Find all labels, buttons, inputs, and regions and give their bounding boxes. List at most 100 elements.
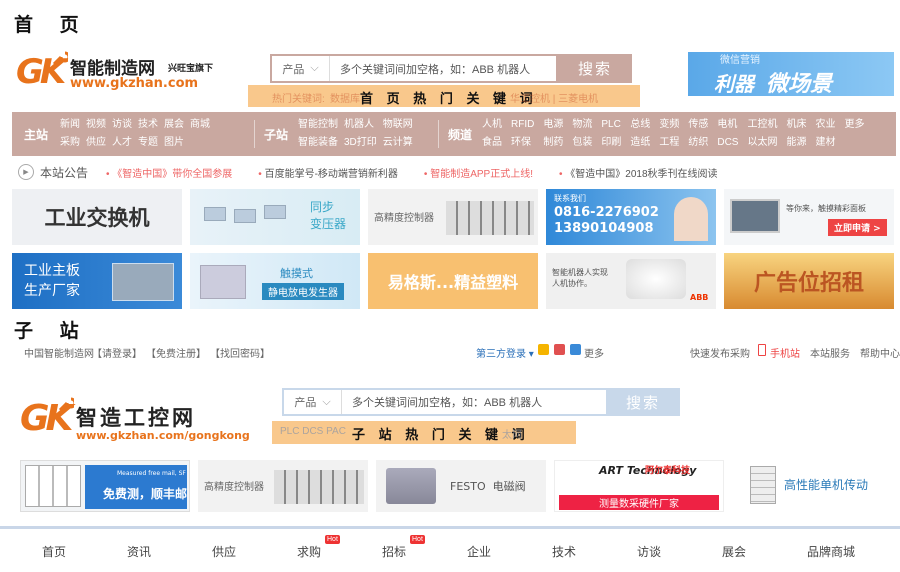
nav-link[interactable]: 智能装备 — [298, 135, 338, 151]
nav-link[interactable]: 电机 — [717, 117, 738, 133]
nav-brand-mall[interactable]: 品牌商城 — [807, 543, 855, 560]
nav-link[interactable]: 更多 — [844, 117, 864, 133]
home-search-input[interactable]: 多个关键词间加空格，如：ABB 机器人 — [330, 61, 530, 77]
ad-industrial-board[interactable]: 工业主板 生产厂家 — [12, 253, 182, 309]
ad-art-technology[interactable]: ART Technology 阿尔泰科技 测量数采硬件厂家 — [554, 460, 724, 512]
weibo-icon[interactable] — [554, 344, 565, 355]
qq-icon[interactable] — [538, 344, 549, 355]
nav-link[interactable]: 环保 — [511, 135, 534, 151]
site-services-link[interactable]: 本站服务 — [810, 345, 850, 360]
hot-keyword-faint-right[interactable]: 太网 — [502, 426, 522, 441]
nav-tech[interactable]: 技术 — [552, 543, 576, 560]
sub-search-input[interactable]: 多个关键词间加空格，如：ABB 机器人 — [342, 394, 542, 410]
hot-keyword-faint[interactable]: 数据库 — [330, 90, 360, 105]
ad-igus[interactable]: 易格斯...精益塑料 — [368, 253, 538, 309]
ad-space-for-rent[interactable]: 广告位招租 — [724, 253, 894, 309]
nav-link[interactable]: 机器人 — [344, 117, 377, 133]
find-password-link[interactable]: 【找回密码】 — [210, 345, 270, 360]
nav-company[interactable]: 企业 — [467, 543, 491, 560]
nav-link[interactable]: 供应 — [86, 135, 106, 151]
ad-precision-controller-2[interactable]: 高精度控制器 — [198, 460, 368, 512]
nav-link[interactable]: 造纸 — [630, 135, 650, 151]
more-login-link[interactable]: 更多 — [584, 345, 604, 360]
sub-logo-url: www.gkzhan.com/gongkong — [76, 429, 250, 442]
nav-link[interactable]: 能源 — [786, 135, 806, 151]
ad-touch-panel[interactable]: 等你来，触摸精彩面板 立即申请 > — [724, 189, 894, 245]
apply-button[interactable]: 立即申请 > — [828, 219, 887, 236]
help-center-link[interactable]: 帮助中心 — [860, 345, 900, 360]
ad-drive[interactable]: 高性能单机传动 — [732, 460, 894, 512]
nav-purchase[interactable]: 求购 Hot — [297, 535, 340, 560]
nav-link[interactable]: 农业 — [815, 117, 835, 133]
nav-link[interactable]: 纺织 — [688, 135, 708, 151]
nav-link[interactable]: 工控机 — [747, 117, 777, 133]
sub-search-category[interactable]: 产品 ⌵ — [284, 390, 342, 414]
hot-keyword-faint-right[interactable]: 华工控机 | 三菱电机 — [510, 90, 598, 105]
home-search-category[interactable]: 产品 ⌵ — [272, 56, 330, 81]
mobile-site-link[interactable]: 手机站 — [770, 345, 800, 360]
nav-supply[interactable]: 供应 — [212, 543, 236, 560]
wechat-marketing-ad[interactable]: 微信营销 利器 微场景 — [688, 52, 894, 96]
nav-link[interactable]: 新闻 — [60, 117, 80, 133]
nav-link[interactable]: 展会 — [164, 117, 184, 133]
nav-link[interactable]: PLC — [601, 117, 621, 133]
notice-item[interactable]: 智能制造APP正式上线! — [424, 165, 533, 180]
nav-head-sub[interactable]: 子站 — [264, 112, 288, 156]
notice-item[interactable]: 《智造中国》2018秋季刊在线阅读 — [559, 165, 717, 180]
nav-interview[interactable]: 访谈 — [637, 543, 661, 560]
login-link[interactable]: 【请登录】 — [92, 345, 142, 360]
nav-link[interactable]: 商城 — [190, 117, 210, 133]
nav-link[interactable]: 变频 — [659, 117, 679, 133]
wechat-icon[interactable] — [570, 344, 581, 355]
ad-abb-robot[interactable]: 智能机器人实现 人机协作。 ABB — [546, 253, 716, 309]
nav-news[interactable]: 资讯 — [127, 543, 151, 560]
nav-link[interactable]: 访谈 — [112, 117, 132, 133]
third-party-login[interactable]: 第三方登录 ▾ — [476, 345, 534, 360]
ad-free-test[interactable]: Measured free mail, SF 免费测，顺丰邮 — [20, 460, 190, 512]
nav-link[interactable]: DCS — [717, 135, 738, 151]
ad-contact[interactable]: 联系我们 0816-2276902 13890104908 — [546, 189, 716, 245]
notice-item[interactable]: 百度能掌号-移动端营销新利器 — [258, 165, 398, 180]
notice-item[interactable]: 《智造中国》带你全国参展 — [106, 165, 232, 180]
ad-precision-controller[interactable]: 高精度控制器 — [368, 189, 538, 245]
nav-link[interactable]: 建材 — [815, 135, 835, 151]
ad-transformer[interactable]: 同步 变压器 — [190, 189, 360, 245]
topbar-site-link[interactable]: 中国智能制造网 — [24, 345, 94, 360]
nav-link[interactable]: 采购 — [60, 135, 80, 151]
nav-link[interactable]: 人才 — [112, 135, 132, 151]
nav-link[interactable]: 图片 — [164, 135, 184, 151]
nav-head-main[interactable]: 主站 — [24, 112, 48, 156]
nav-link[interactable]: 以太网 — [747, 135, 777, 151]
quick-purchase-link[interactable]: 快速发布采购 — [690, 345, 750, 360]
nav-link[interactable]: 视频 — [86, 117, 106, 133]
nav-link[interactable]: 电源 — [543, 117, 563, 133]
nav-link[interactable]: 包装 — [572, 135, 592, 151]
nav-link[interactable]: 食品 — [482, 135, 502, 151]
nav-link[interactable]: 物联网 — [383, 117, 413, 133]
nav-link[interactable]: 3D打印 — [344, 135, 377, 151]
nav-link[interactable]: 传感 — [688, 117, 708, 133]
home-search-button[interactable]: 搜索 — [558, 54, 632, 83]
hot-keyword-faint[interactable]: PLC DCS PAC — [280, 426, 346, 437]
nav-home[interactable]: 首页 — [42, 543, 66, 560]
nav-head-channel[interactable]: 频道 — [448, 112, 472, 156]
nav-link[interactable]: 专题 — [138, 135, 158, 151]
nav-link[interactable]: 智能控制 — [298, 117, 338, 133]
nav-link[interactable]: 云计算 — [383, 135, 413, 151]
nav-expo[interactable]: 展会 — [722, 543, 746, 560]
nav-tender[interactable]: 招标 Hot — [382, 535, 425, 560]
nav-link[interactable]: RFID — [511, 117, 534, 133]
ad-industrial-switch[interactable]: 工业交换机 — [12, 189, 182, 245]
nav-link[interactable]: 总线 — [630, 117, 650, 133]
nav-link[interactable]: 印刷 — [601, 135, 621, 151]
sub-search-button[interactable]: 搜索 — [606, 388, 680, 416]
nav-link[interactable]: 机床 — [786, 117, 806, 133]
nav-link[interactable]: 制药 — [543, 135, 563, 151]
ad-esd-generator[interactable]: 触摸式 静电放电发生器 — [190, 253, 360, 309]
nav-link[interactable]: 工程 — [659, 135, 679, 151]
register-link[interactable]: 【免费注册】 — [146, 345, 206, 360]
nav-link[interactable]: 物流 — [572, 117, 592, 133]
nav-link[interactable]: 技术 — [138, 117, 158, 133]
ad-festo[interactable]: FESTO 电磁阀 — [376, 460, 546, 512]
nav-link[interactable]: 人机 — [482, 117, 502, 133]
